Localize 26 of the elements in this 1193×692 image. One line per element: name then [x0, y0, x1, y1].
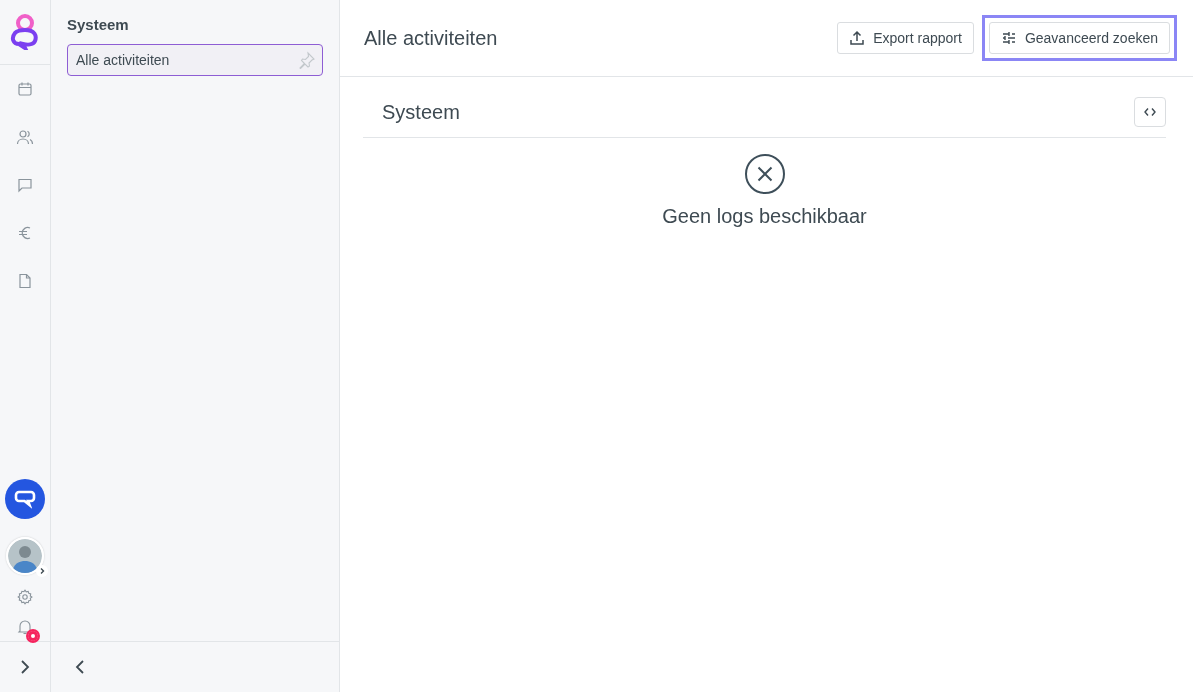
panel-title: Systeem — [382, 100, 460, 124]
people-icon[interactable] — [16, 129, 34, 145]
sliders-icon — [1000, 30, 1017, 46]
page-title: Alle activiteiten — [364, 26, 498, 50]
export-button[interactable]: Export rapport — [837, 22, 974, 54]
sidebar-item[interactable]: Alle activiteiten — [67, 44, 323, 76]
settings-icon[interactable] — [17, 589, 33, 605]
chevron-right-icon[interactable] — [36, 565, 48, 577]
logo-icon — [9, 14, 41, 50]
advanced-search-button[interactable]: Geavanceerd zoeken — [988, 22, 1170, 54]
euro-icon[interactable] — [18, 225, 32, 241]
sidebar-title: Systeem — [67, 16, 130, 33]
avatar-silhouette[interactable] — [6, 537, 44, 575]
chat-bubble-button[interactable] — [5, 479, 45, 519]
code-toggle-button[interactable] — [1134, 97, 1166, 127]
document-icon[interactable] — [18, 273, 32, 289]
code-icon — [1144, 107, 1156, 117]
speech-bubble-icon — [14, 489, 36, 509]
calendar-icon[interactable] — [17, 81, 33, 97]
chat-icon[interactable] — [17, 177, 33, 193]
close-circle-icon — [743, 153, 786, 195]
empty-message: Geen logs beschikbaar — [662, 205, 867, 228]
chevron-right-icon[interactable] — [20, 659, 30, 675]
upload-icon — [849, 30, 866, 46]
chevron-left-icon[interactable] — [75, 659, 85, 675]
bell-icon[interactable] — [17, 619, 33, 635]
